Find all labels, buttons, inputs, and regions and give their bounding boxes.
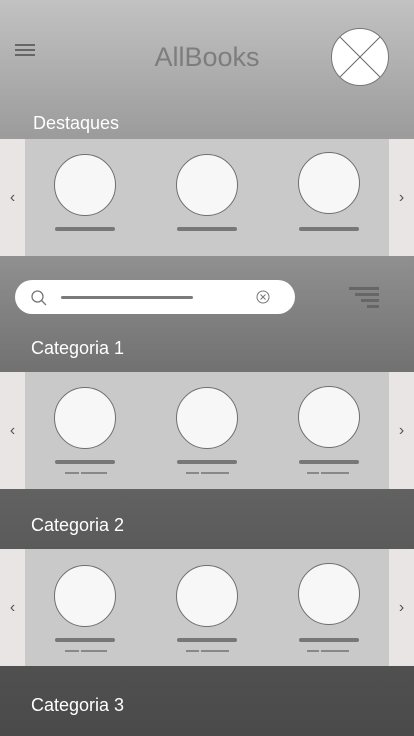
featured-carousel: ‹ › <box>0 139 414 256</box>
category-1-book-3[interactable] <box>298 386 360 474</box>
book-cover <box>54 387 116 449</box>
clear-icon[interactable] <box>256 290 270 304</box>
carousel-prev-button[interactable]: ‹ <box>0 549 25 666</box>
book-author-placeholder <box>307 472 319 474</box>
book-author-placeholder <box>65 472 79 474</box>
book-cover <box>176 154 238 216</box>
book-cover <box>54 565 116 627</box>
book-cover <box>298 152 360 214</box>
book-cover <box>176 387 238 449</box>
book-author-placeholder <box>81 650 107 652</box>
filter-icon[interactable] <box>349 287 379 309</box>
category-1-book-1[interactable] <box>54 387 116 474</box>
category-1-book-2[interactable] <box>176 387 238 474</box>
category-2-carousel: ‹ › <box>0 549 414 666</box>
book-title-placeholder <box>177 638 237 642</box>
category-2-book-1[interactable] <box>54 565 116 652</box>
category-1-carousel: ‹ › <box>0 372 414 489</box>
book-cover <box>54 154 116 216</box>
category-2-book-3[interactable] <box>298 563 360 652</box>
featured-book-3[interactable] <box>298 152 360 231</box>
book-author-placeholder <box>65 650 79 652</box>
book-author-placeholder <box>186 472 199 474</box>
book-title-placeholder <box>299 227 359 231</box>
book-cover <box>298 563 360 625</box>
book-author-placeholder <box>186 650 199 652</box>
carousel-prev-button[interactable]: ‹ <box>0 139 25 256</box>
book-title-placeholder <box>55 227 115 231</box>
book-cover <box>298 386 360 448</box>
book-author-placeholder <box>307 650 319 652</box>
book-title-placeholder <box>177 460 237 464</box>
featured-book-1[interactable] <box>54 154 116 231</box>
category-2-book-2[interactable] <box>176 565 238 652</box>
carousel-next-button[interactable]: › <box>389 139 414 256</box>
book-author-placeholder <box>321 472 349 474</box>
book-title-placeholder <box>299 638 359 642</box>
book-title-placeholder <box>177 227 237 231</box>
search-bar[interactable] <box>15 280 295 314</box>
book-author-placeholder <box>321 650 349 652</box>
featured-book-2[interactable] <box>176 154 238 231</box>
avatar[interactable] <box>331 28 389 86</box>
category-1-title: Categoria 1 <box>31 338 125 358</box>
category-3-title: Categoria 3 <box>31 695 125 715</box>
carousel-prev-button[interactable]: ‹ <box>0 372 25 489</box>
book-cover <box>176 565 238 627</box>
book-author-placeholder <box>81 472 107 474</box>
book-author-placeholder <box>201 650 229 652</box>
carousel-next-button[interactable]: › <box>389 372 414 489</box>
book-title-placeholder <box>55 460 115 464</box>
search-input[interactable] <box>75 288 264 308</box>
placeholder-image-icon <box>339 36 381 78</box>
book-author-placeholder <box>201 472 229 474</box>
book-title-placeholder <box>55 638 115 642</box>
search-icon <box>31 290 47 306</box>
book-title-placeholder <box>299 460 359 464</box>
category-2-title: Categoria 2 <box>31 515 125 535</box>
featured-title: Destaques <box>33 113 120 133</box>
carousel-next-button[interactable]: › <box>389 549 414 666</box>
